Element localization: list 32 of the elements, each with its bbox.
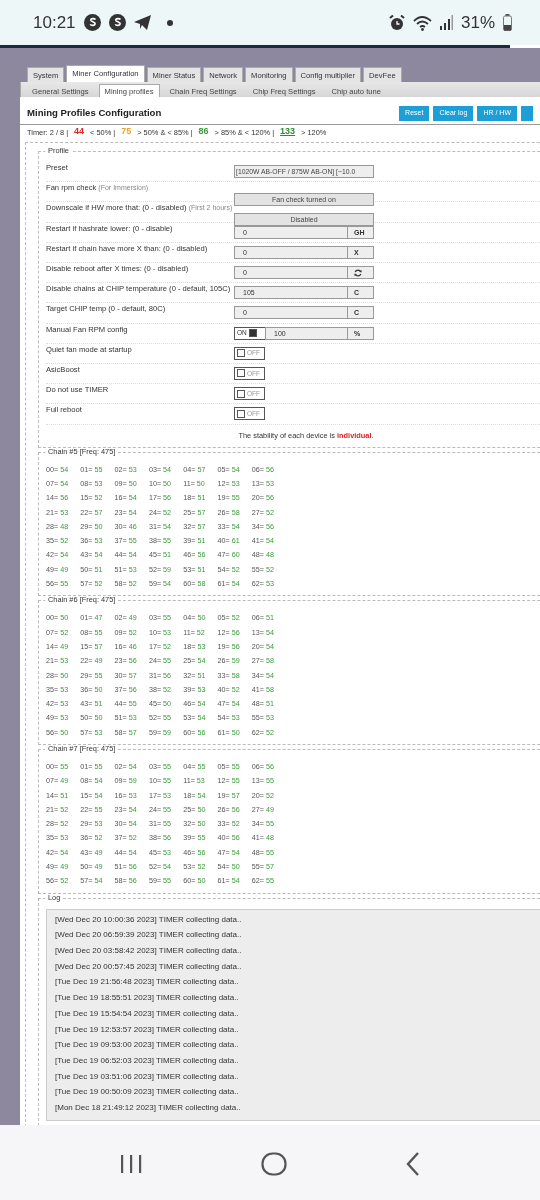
log-line: [Wed Dec 20 03:58:42 2023] TIMER collecting data.. [55,945,243,958]
log-line: [Tue Dec 19 21:56:48 2023] TIMER collecting data.. [55,976,240,989]
notification-icon [83,14,101,31]
recent-apps-icon[interactable] [119,1154,142,1174]
battery-percentage: 31% [460,11,495,34]
log-line: [Tue Dec 19 03:51:06 2023] TIMER collecting data.. [55,1070,240,1083]
page-title: Mining Profiles Configuration [27,106,163,121]
log-line: [Wed Dec 20 10:00:36 2023] TIMER collecting data.. [55,913,243,926]
log-line: [Mon Dec 18 21:49:12 2023] TIMER collecting data.. [55,1102,242,1115]
home-icon[interactable] [261,1152,287,1176]
notification-icon [108,14,126,31]
signal-icon [439,15,453,30]
battery-icon [503,14,512,31]
log-line: [Tue Dec 19 06:52:03 2023] TIMER collecting data.. [55,1055,240,1067]
dot-icon [166,19,173,26]
legend-count: 75 [121,127,132,138]
log-line: [Wed Dec 20 06:59:39 2023] TIMER collecting data.. [55,929,243,942]
clock-time: 10:21 [33,11,76,34]
log-line: [Tue Dec 19 09:53:00 2023] TIMER collecting data.. [55,1039,240,1052]
legend-count: 86 [198,127,209,138]
log-line: [Tue Dec 19 15:54:54 2023] TIMER collecting data.. [55,1007,240,1020]
wifi-icon [412,14,432,31]
legend-count: 44 [74,127,85,138]
paper-plane-icon [133,15,151,30]
refresh-icon [354,268,362,277]
back-icon[interactable] [406,1152,421,1176]
log-line: [Tue Dec 19 18:55:51 2023] TIMER collecting data.. [55,992,240,1005]
log-line: [Tue Dec 19 12:53:57 2023] TIMER collecting data.. [55,1023,240,1036]
log-line: [Tue Dec 19 00:50:09 2023] TIMER collecting data.. [55,1086,240,1099]
legend-count: 133 [280,127,296,138]
alarm-icon [388,14,405,31]
log-line: [Wed Dec 20 00:57:45 2023] TIMER collecting data.. [55,960,243,973]
